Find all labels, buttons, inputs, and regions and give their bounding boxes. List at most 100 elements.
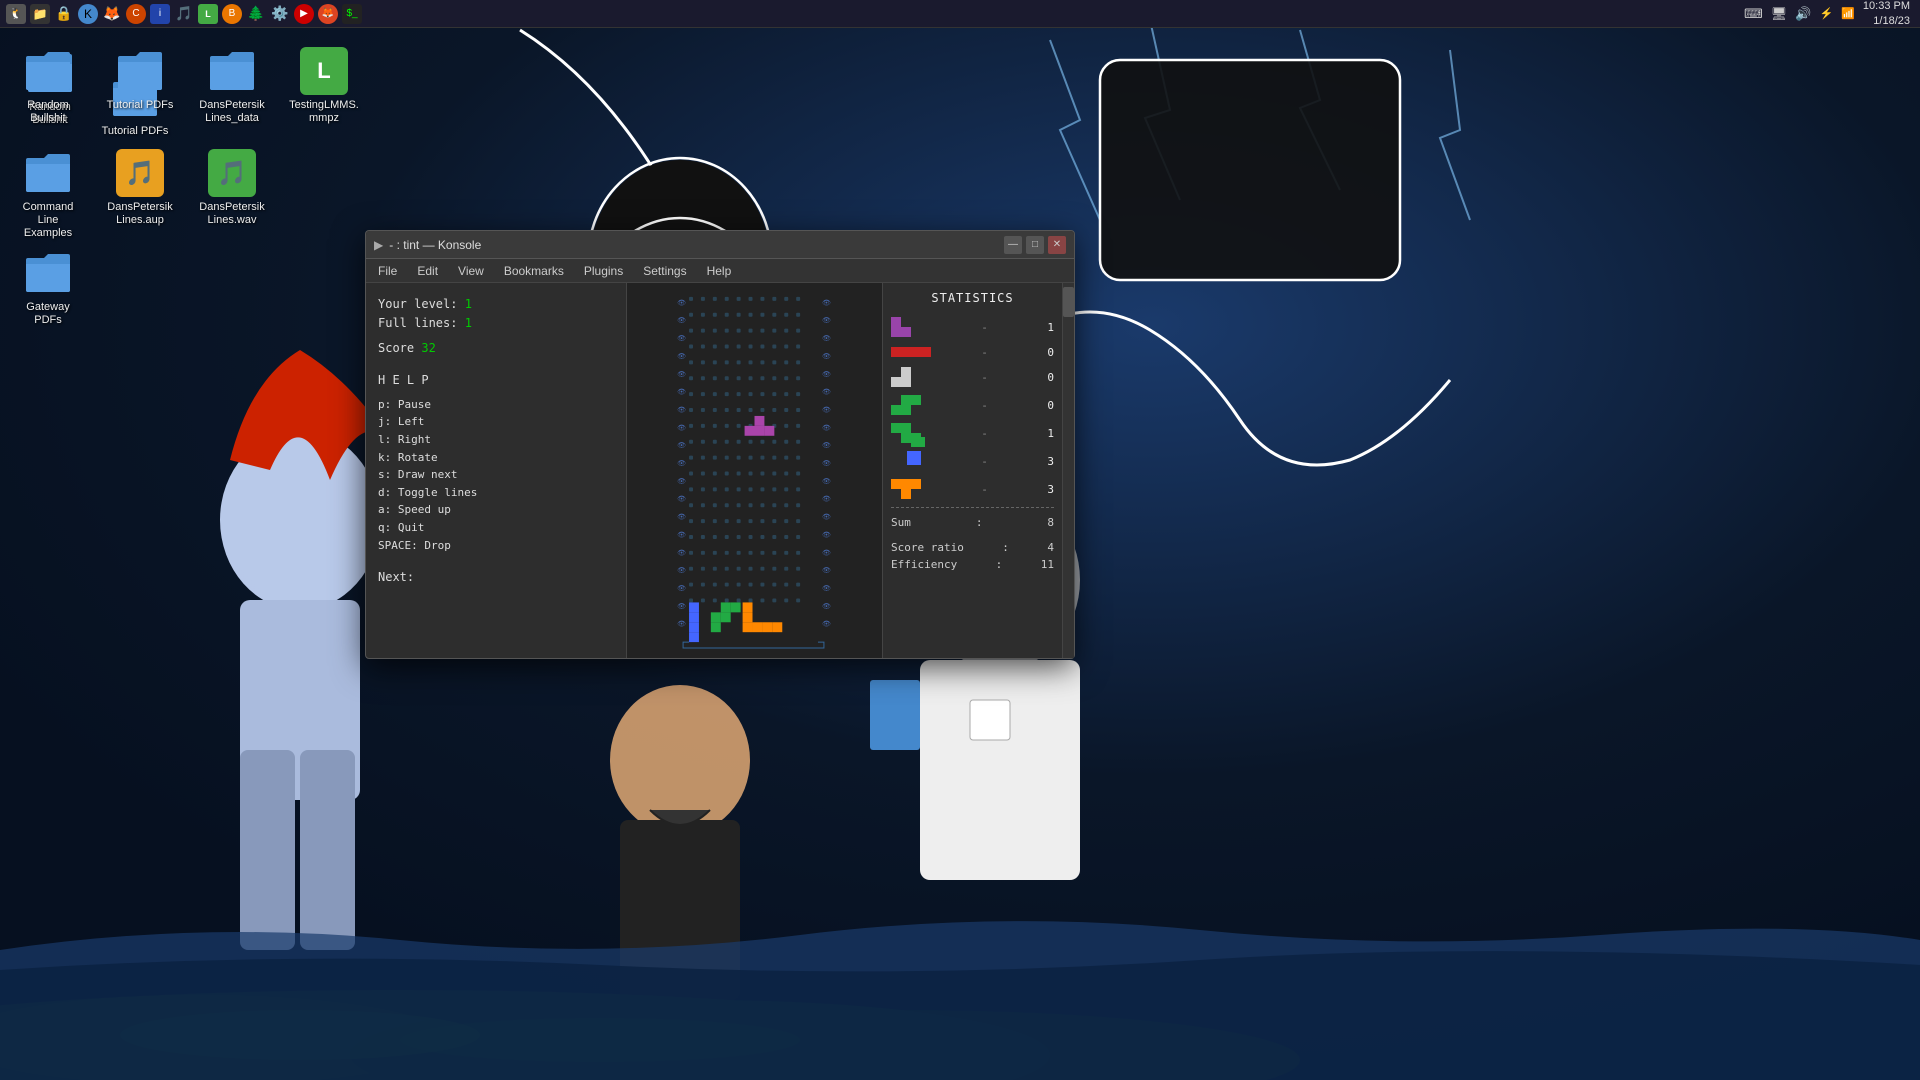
stat-dash-6: - [939,455,1030,468]
help-quit: q: Quit [378,519,614,537]
help-drop: SPACE: Drop [378,537,614,555]
svg-text:👁: 👁 [677,495,686,503]
stat-dash-5: - [939,427,1030,440]
svg-text:👁: 👁 [677,460,686,468]
svg-text:👁: 👁 [822,335,831,343]
stats-sum-row: Sum : 8 [891,516,1054,529]
taskbar-icon-1[interactable]: 🐧 [6,4,26,24]
terminal-stats-panel: STATISTICS - 1 [882,283,1062,658]
stat-row-red: - 0 [891,345,1054,359]
taskbar-icon-6[interactable]: C [126,4,146,24]
terminal-title-text: - : tint — Konsole [389,238,481,252]
terminal-left-panel: Your level: 1 Full lines: 1 Score 32 H E… [366,283,626,658]
taskbar-icon-12[interactable]: 🦊 [318,4,338,24]
piece-purple [891,317,935,337]
desktop-icon-random-bullshit[interactable]: Random Bullshit [10,45,90,131]
terminal-menu-file[interactable]: File [374,262,401,280]
terminal-next-label: Next: [378,568,614,587]
help-right: l: Right [378,431,614,449]
efficiency-label: Efficiency [891,558,957,571]
terminal-help-title: H E L P [378,371,614,390]
terminal-menu-view[interactable]: View [454,262,488,280]
svg-text:👁: 👁 [822,388,831,396]
desktop-icons-area: Random Bullshit Tutorial PDFs [0,35,340,935]
taskbar-icon-11[interactable]: ▶ [294,4,314,24]
sum-value: 8 [1047,516,1054,529]
scrollbar-thumb[interactable] [1063,287,1074,317]
svg-text:👁: 👁 [677,442,686,450]
terminal-minimize-button[interactable]: — [1004,236,1022,254]
score-ratio-value: 4 [1047,541,1054,554]
terminal-menu-bookmarks[interactable]: Bookmarks [500,262,568,280]
score-ratio-colon: : [1002,541,1009,554]
taskbar-monitor-icon: 🖥 [1771,6,1788,22]
taskbar-icon-5[interactable]: 🦊 [102,4,122,24]
taskbar-icon-terminal[interactable]: $_ [342,4,362,24]
svg-text:👁: 👁 [677,513,686,521]
terminal-score-line: Score 32 [378,339,614,358]
svg-text:👁: 👁 [677,424,686,432]
efficiency-value: 11 [1041,558,1054,571]
stats-divider [891,507,1054,508]
taskbar-network-icon: 📶 [1841,7,1855,20]
efficiency-row: Efficiency : 11 [891,558,1054,571]
taskbar-keyboard-icon: ⌨ [1744,6,1763,22]
stats-title: STATISTICS [891,291,1054,305]
folder-icon-random [26,49,74,97]
folder-icon-tutorial [111,73,159,121]
piece-blue [891,451,935,471]
taskbar-date: 1/18/23 [1863,14,1910,28]
terminal-close-button[interactable]: ✕ [1048,236,1066,254]
stat-row-white: - 0 [891,367,1054,387]
terminal-body: Your level: 1 Full lines: 1 Score 32 H E… [366,283,1074,658]
stat-val-2: 0 [1034,346,1054,359]
taskbar-icon-3[interactable]: 🔒 [54,4,74,24]
terminal-maximize-button[interactable]: □ [1026,236,1044,254]
terminal-lines-line: Full lines: 1 [378,314,614,333]
terminal-scrollbar[interactable] [1062,283,1074,658]
help-left: j: Left [378,413,614,431]
piece-green-s [891,395,935,415]
stat-row-purple: - 1 [891,317,1054,337]
svg-text:👁: 👁 [677,620,686,628]
taskbar-icon-blender[interactable]: B [222,4,242,24]
terminal-titlebar: ▶ - : tint — Konsole — □ ✕ [366,231,1074,259]
svg-text:👁: 👁 [822,442,831,450]
taskbar-icon-4[interactable]: K [78,4,98,24]
taskbar-icon-tree[interactable]: 🌲 [246,4,266,24]
taskbar-time: 10:33 PM [1863,0,1910,14]
taskbar: 🐧 📁 🔒 K 🦊 C i 🎵 L B 🌲 ⚙️ ▶ 🦊 $_ ⌨ 🖥 🔊 ⚡ … [0,0,1920,28]
svg-text:👁: 👁 [822,620,831,628]
tetris-game-area: 👁 👁 👁 👁 👁 👁 👁 👁 👁 👁 👁 👁 👁 👁 [626,283,882,658]
svg-text:👁: 👁 [822,317,831,325]
svg-text:👁: 👁 [822,602,831,610]
stat-dash-7: - [939,483,1030,496]
icon-label: Tutorial PDFs [102,125,169,138]
stat-dash-4: - [939,399,1030,412]
terminal-menubar: File Edit View Bookmarks Plugins Setting… [366,259,1074,283]
stat-val-6: 3 [1034,455,1054,468]
terminal-menu-settings[interactable]: Settings [639,262,690,280]
svg-text:👁: 👁 [822,299,831,307]
stats-spacer [891,533,1054,541]
terminal-menu-plugins[interactable]: Plugins [580,262,627,280]
icon-label: Random Bullshit [14,101,86,127]
taskbar-icon-lmms[interactable]: L [198,4,218,24]
piece-red [891,345,935,359]
piece-white [891,367,935,387]
stat-dash-3: - [939,371,1030,384]
terminal-menu-edit[interactable]: Edit [413,262,442,280]
svg-text:👁: 👁 [677,299,686,307]
help-pause: p: Pause [378,396,614,414]
stat-val-7: 3 [1034,483,1054,496]
sum-colon: : [976,516,983,529]
taskbar-bluetooth-icon: ⚡ [1820,7,1834,20]
svg-text:👁: 👁 [677,388,686,396]
terminal-menu-help[interactable]: Help [703,262,736,280]
taskbar-icon-8[interactable]: 🎵 [174,4,194,24]
svg-text:👁: 👁 [822,513,831,521]
desktop-icon-tutorial-pdfs[interactable]: Tutorial PDFs [95,69,175,142]
taskbar-icon-7[interactable]: i [150,4,170,24]
taskbar-icon-2[interactable]: 📁 [30,4,50,24]
taskbar-icon-10[interactable]: ⚙️ [270,4,290,24]
